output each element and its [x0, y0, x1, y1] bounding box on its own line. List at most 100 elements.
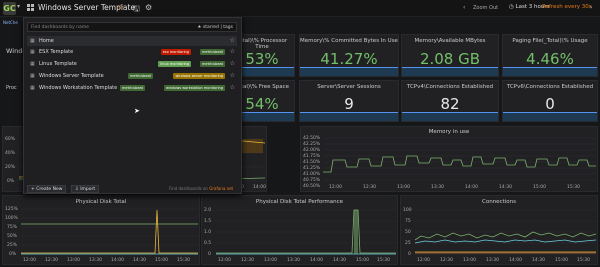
y-tick: 20% [5, 165, 16, 170]
x-tick: 13:00 [264, 258, 277, 263]
dashboard-name: Linux Template [39, 61, 77, 67]
dashboard-list-item[interactable]: ▦ Windows Workstation Template metricsbe… [27, 83, 237, 93]
stat-value: 4.46% [526, 50, 574, 68]
x-tick: 12:00 [329, 185, 342, 190]
panel-title: TCPv6\Connections Established [506, 84, 594, 90]
x-tick: 13:30 [287, 258, 300, 263]
x-tick: 12:00 [218, 258, 231, 263]
grafana-net-footer[interactable]: Find dashboards on Grafana.net [169, 186, 233, 191]
settings-gear-icon[interactable]: ⚙ [145, 3, 152, 12]
disk-perf-graph-svg [216, 209, 396, 255]
save-icon[interactable]: 🖫 [133, 3, 140, 17]
x-tick: 12:00 [23, 258, 36, 263]
dashboard-icon: ▦ [30, 61, 35, 67]
dashboard-grid-icon [27, 4, 35, 12]
dashboard-search-dropdown: Find dashboards by name ★ starred | tags… [23, 17, 242, 194]
connections-graph-svg [414, 209, 597, 255]
star-toggle-icon[interactable]: ☆ [230, 37, 235, 44]
x-tick: 12:30 [440, 258, 453, 263]
tag-metricsbeat[interactable]: metricsbeat [120, 85, 145, 91]
dashboard-icon: ▦ [30, 73, 35, 79]
graph-panel-disk-performance[interactable]: Physical Disk Total Performance 2.0 1.5 … [201, 195, 398, 265]
dashboard-list-item[interactable]: ▦ Linux Template linux monitoring metric… [27, 59, 237, 69]
refresh-interval[interactable]: Refresh every 30s [542, 4, 592, 10]
dashboard-icon: ▦ [30, 85, 35, 91]
memory-graph-svg [323, 137, 596, 181]
star-toggle-icon[interactable]: ☆ [230, 72, 235, 79]
logo-caret-icon[interactable]: ▾ [17, 3, 20, 10]
sparkline [300, 112, 398, 121]
y-tick: 1.5 [204, 219, 212, 224]
tag-metricsbeat[interactable]: metricsbeat [128, 73, 153, 79]
y-tick: 42.00% [303, 148, 321, 153]
disk-total-graph-svg [21, 208, 198, 255]
x-tick: 14:30 [333, 258, 346, 263]
graph-panel-memory-in-use[interactable]: Memory in use 42.50% 42.25% 42.00% 41.75… [300, 126, 598, 192]
dashboard-list-item[interactable]: ▦ ESX Template esx monitoring metricsbea… [27, 47, 237, 57]
stat-panel-available-mbytes[interactable]: Memory\Available MBytes 2.08 GB [401, 34, 499, 77]
y-tick: 75 [405, 219, 411, 224]
grafana-logo[interactable]: GC [3, 2, 16, 15]
tag-esx-monitoring[interactable]: esx monitoring [160, 49, 191, 55]
panel-title: Memory\Available MBytes [414, 38, 486, 44]
import-button[interactable]: ⇩ Import [71, 185, 100, 193]
starred-tags-filter[interactable]: ★ starred | tags [197, 25, 233, 30]
time-forward-icon[interactable]: › [590, 4, 592, 11]
x-tick: 13:30 [486, 258, 499, 263]
y-tick: 60% [5, 137, 16, 142]
dashboard-name: Windows Workstation Template [39, 85, 118, 91]
tag-windows-server-monitoring[interactable]: windows server monitoring [173, 73, 225, 79]
stat-value: 9 [344, 95, 354, 113]
mouse-cursor-icon: ➤ [134, 107, 140, 115]
y-tick: 42.25% [303, 142, 321, 147]
create-new-button[interactable]: + Create New [27, 185, 67, 193]
y-tick: 41.00% [303, 172, 321, 177]
dashboard-search-input[interactable]: Find dashboards by name ★ starred | tags [27, 22, 237, 32]
tag-metricsbeat[interactable]: metricsbeat [200, 49, 225, 55]
x-tick: 14:00 [465, 185, 478, 190]
footer-brand: Grafana.net [209, 186, 234, 191]
star-toggle-icon[interactable]: ☆ [230, 84, 235, 91]
panel-title: Server\Server Sessions [317, 84, 381, 90]
dashboard-icon: ▦ [30, 49, 35, 55]
time-back-icon[interactable]: ‹ [463, 4, 465, 11]
y-tick: 25% [7, 243, 18, 248]
graph-panel-connections[interactable]: Connections 100 75 50 25 0 12:00 12:30 1… [400, 195, 598, 265]
tag-windows-workstation-monitoring[interactable]: windows workstation monitoring [164, 85, 225, 91]
dashboard-name: ESX Template [39, 49, 74, 55]
y-tick: 100% [5, 216, 18, 221]
star-toggle-icon[interactable]: ☆ [230, 60, 235, 67]
stat-panel-tcpv4[interactable]: TCPv4\Connections Established 82 [401, 80, 499, 122]
x-tick: 14:00 [310, 258, 323, 263]
star-icon[interactable]: ☆ [117, 3, 124, 12]
stat-panel-committed-bytes[interactable]: Memory\% Committed Bytes In Use 41.27% [299, 34, 399, 77]
top-navbar: GC ▾ Windows Server Template ▾ ☆ 🖫 ⚙ ‹ Z… [0, 0, 600, 17]
stat-panel-server-sessions[interactable]: Server\Server Sessions 9 [299, 80, 399, 122]
dashboard-list-item[interactable]: ▦ Windows Server Template metricsbeat wi… [27, 71, 237, 81]
y-tick: 125% [5, 207, 18, 212]
search-placeholder: Find dashboards by name [31, 25, 89, 30]
stat-panel-tcpv6[interactable]: TCPv6\Connections Established 0 [502, 80, 598, 122]
x-tick: 13:00 [397, 185, 410, 190]
row-collapse-toggle[interactable]: NetChe [3, 20, 18, 25]
stat-value: 0 [545, 95, 555, 113]
y-tick: 50% [7, 234, 18, 239]
graph-panel-physical-disk-total[interactable]: Physical Disk Total 125% 100% 75% 50% 25… [2, 195, 200, 265]
x-tick: 15:00 [533, 185, 546, 190]
x-tick: 15:30 [567, 185, 580, 190]
dashboard-name: Home [39, 38, 54, 44]
x-tick: 15:00 [155, 258, 168, 263]
row-title-processor: Proc [6, 85, 17, 91]
y-tick: 40.50% [303, 184, 321, 189]
y-tick: 41.75% [303, 154, 321, 159]
stat-value: 82 [440, 95, 460, 113]
tag-linux-monitoring[interactable]: linux monitoring [158, 61, 191, 67]
starred-tags-label: starred | tags [202, 25, 233, 30]
star-toggle-icon[interactable]: ☆ [230, 48, 235, 55]
dashboard-list-item[interactable]: ▦ Home ☆ [27, 36, 237, 46]
tag-metricsbeat[interactable]: metricsbeat [200, 61, 225, 67]
stat-panel-paging-file[interactable]: Paging File(_Total)\% Usage 4.46% [502, 34, 598, 77]
x-tick: 14:30 [133, 258, 146, 263]
y-tick: 41.50% [303, 160, 321, 165]
zoom-out-button[interactable]: Zoom Out [473, 5, 498, 11]
